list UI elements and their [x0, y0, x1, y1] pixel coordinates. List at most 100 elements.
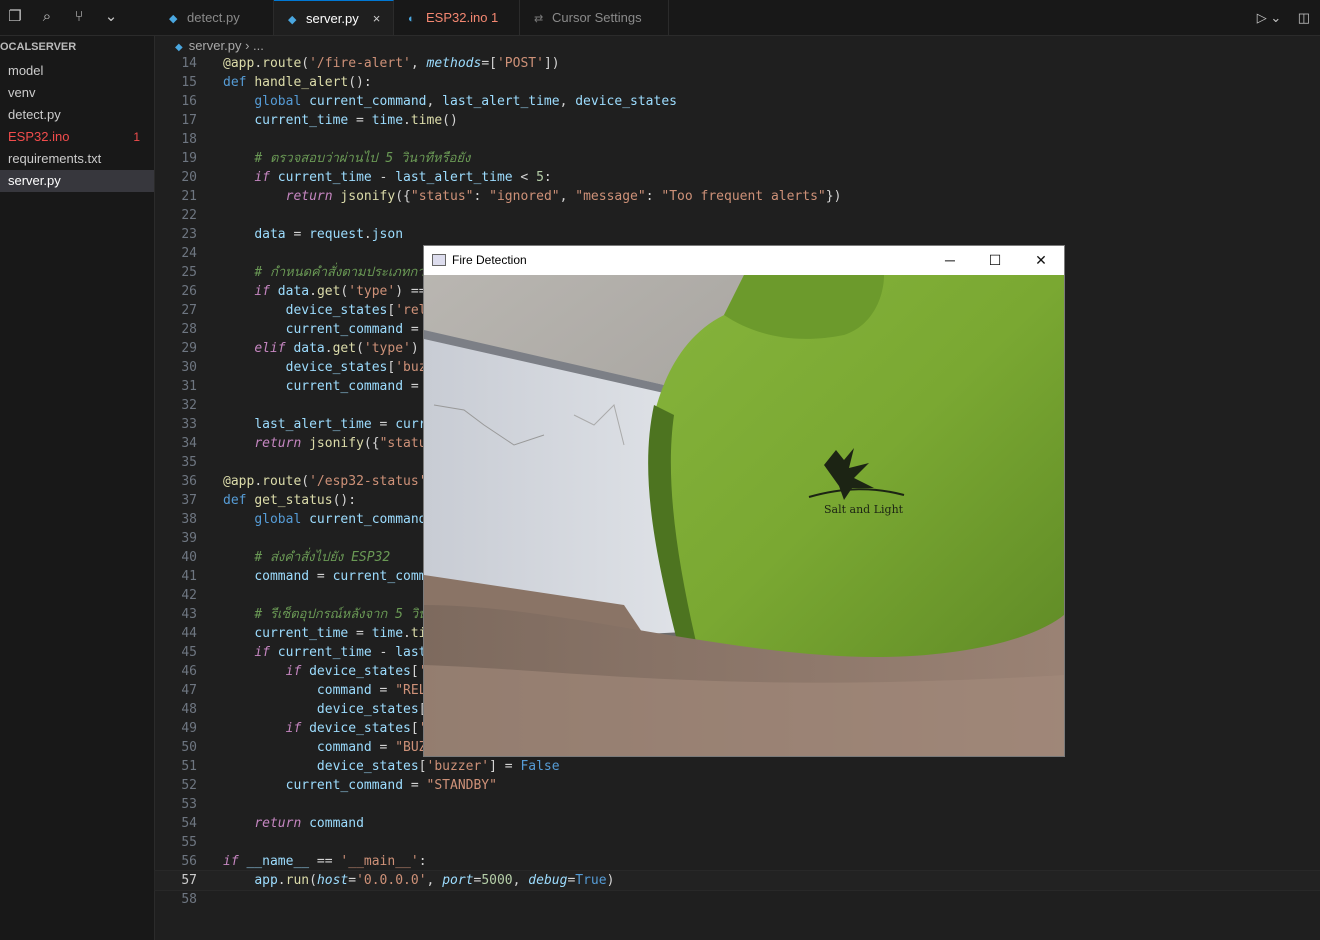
- explorer-item-server-py[interactable]: server.py: [0, 170, 154, 192]
- code-text: # ส่งคำสั่งไปยัง ESP32: [254, 550, 391, 565]
- minimize-button[interactable]: ─: [927, 246, 973, 275]
- code-text: current_time = time.time(): [254, 113, 458, 128]
- explorer-sidebar: OCALSERVER model venv detect.py ESP32.in…: [0, 36, 155, 940]
- tab-detect-py[interactable]: ◆ detect.py: [155, 0, 274, 35]
- close-window-button[interactable]: ✕: [1018, 246, 1064, 275]
- close-tab-icon[interactable]: ×: [373, 11, 381, 26]
- line-number: 42: [181, 588, 197, 603]
- tab-cursor-settings[interactable]: ⇄ Cursor Settings: [520, 0, 669, 35]
- maximize-button[interactable]: ☐: [972, 246, 1018, 275]
- code-line[interactable]: 17 current_time = time.time(): [155, 111, 1320, 130]
- line-number: 37: [181, 493, 197, 508]
- code-line[interactable]: 53: [155, 795, 1320, 814]
- line-number: 51: [181, 759, 197, 774]
- code-line[interactable]: 58: [155, 890, 1320, 909]
- code-line[interactable]: 23 data = request.json: [155, 225, 1320, 244]
- shirt-logo-text: Salt and Light: [824, 503, 904, 516]
- window-title-bar[interactable]: Fire Detection ─ ☐ ✕: [424, 246, 1064, 275]
- code-line[interactable]: 18: [155, 130, 1320, 149]
- tab-esp32-ino[interactable]: ◐ ESP32.ino 1: [394, 0, 520, 35]
- line-number: 16: [181, 94, 197, 109]
- line-number: 19: [181, 151, 197, 166]
- code-line[interactable]: 52 current_command = "STANDBY": [155, 776, 1320, 795]
- line-number: 28: [181, 322, 197, 337]
- line-number: 34: [181, 436, 197, 451]
- code-line[interactable]: 19 # ตรวจสอบว่าผ่านไป 5 วินาทีหรือยัง: [155, 149, 1320, 168]
- code-text: command = current_command: [254, 569, 450, 584]
- code-text: # รีเซ็ตอุปกรณ์หลังจาก 5 วินาที: [254, 607, 443, 622]
- code-line[interactable]: 15 def handle_alert():: [155, 73, 1320, 92]
- settings-icon: ⇄: [534, 13, 544, 25]
- breadcrumb: ◆ server.py › ...: [155, 36, 1320, 56]
- line-number: 32: [181, 398, 197, 413]
- line-number: 44: [181, 626, 197, 641]
- title-bar: ❐ ⌕ ⑂ ⌄ ◆ detect.py ◆ server.py × ◐ ESP32.in…: [0, 0, 1320, 36]
- code-line[interactable]: 56 if __name__ == '__main__':: [155, 852, 1320, 871]
- line-number: 18: [181, 132, 197, 147]
- explorer-item-model[interactable]: model: [0, 60, 154, 82]
- code-line[interactable]: 22: [155, 206, 1320, 225]
- code-line[interactable]: 51 device_states['buzzer'] = False: [155, 757, 1320, 776]
- code-line[interactable]: 57 app.run(host='0.0.0.0', port=5000, de…: [154, 870, 1320, 891]
- fire-detection-window: Fire Detection ─ ☐ ✕ Salt and Light: [423, 245, 1065, 757]
- code-text: if current_time - last_alert_time < 5:: [254, 170, 552, 185]
- code-line[interactable]: 14 @app.route('/fire-alert', methods=['PO…: [155, 54, 1320, 73]
- camera-feed-image: Salt and Light: [424, 275, 1064, 756]
- line-number: 23: [181, 227, 197, 242]
- line-number: 40: [181, 550, 197, 565]
- run-icon[interactable]: ▷ ⌄: [1257, 0, 1282, 35]
- line-number: 21: [181, 189, 197, 204]
- line-number: 35: [181, 455, 197, 470]
- code-line[interactable]: 21 return jsonify({"status": "ignored", …: [155, 187, 1320, 206]
- tab-server-py[interactable]: ◆ server.py ×: [274, 0, 394, 35]
- line-number: 31: [181, 379, 197, 394]
- code-line[interactable]: 55: [155, 833, 1320, 852]
- line-number: 49: [181, 721, 197, 736]
- line-number: 25: [181, 265, 197, 280]
- explorer-folder-title[interactable]: OCALSERVER: [0, 40, 154, 54]
- explorer-item-detect-py[interactable]: detect.py: [0, 104, 154, 126]
- code-text: app.run(host='0.0.0.0', port=5000, debug…: [254, 873, 615, 888]
- line-number: 53: [181, 797, 197, 812]
- line-number: 30: [181, 360, 197, 375]
- line-number: 27: [181, 303, 197, 318]
- split-editor-icon[interactable]: ◫: [1298, 0, 1310, 35]
- chevron-down-icon[interactable]: ⌄: [102, 8, 120, 26]
- source-control-icon[interactable]: ⑂: [70, 8, 88, 26]
- error-badge: 1: [133, 130, 140, 144]
- line-number: 56: [181, 854, 197, 869]
- code-text: data = request.json: [254, 227, 404, 242]
- editor-actions: ▷ ⌄ ◫: [1245, 0, 1310, 35]
- explorer-item-esp32-ino[interactable]: ESP32.ino 1: [0, 126, 154, 148]
- python-file-icon: ◆: [169, 13, 178, 25]
- line-number: 48: [181, 702, 197, 717]
- line-number: 41: [181, 569, 197, 584]
- breadcrumb-file[interactable]: server.py: [189, 38, 242, 53]
- line-number: 14: [181, 56, 197, 71]
- line-number: 45: [181, 645, 197, 660]
- line-number: 52: [181, 778, 197, 793]
- line-number: 17: [181, 113, 197, 128]
- search-icon[interactable]: ⌕: [38, 8, 56, 26]
- line-number: 46: [181, 664, 197, 679]
- explorer-item-venv[interactable]: venv: [0, 82, 154, 104]
- code-text: @app.route('/fire-alert', methods=['POST…: [223, 56, 560, 71]
- line-number: 55: [181, 835, 197, 850]
- breadcrumb-rest[interactable]: › ...: [245, 38, 264, 53]
- arduino-file-icon: ◐: [408, 13, 415, 25]
- line-number: 43: [181, 607, 197, 622]
- code-line[interactable]: 54 return command: [155, 814, 1320, 833]
- python-file-icon: ◆: [288, 14, 297, 26]
- line-number: 36: [181, 474, 197, 489]
- code-text: return jsonify({"status": "ignored", "me…: [285, 189, 842, 204]
- line-number: 54: [181, 816, 197, 831]
- window-title: Fire Detection: [452, 253, 527, 267]
- explorer-item-requirements-txt[interactable]: requirements.txt: [0, 148, 154, 170]
- line-number: 20: [181, 170, 197, 185]
- code-line[interactable]: 20 if current_time - last_alert_time < 5…: [155, 168, 1320, 187]
- explorer-icon[interactable]: ❐: [6, 8, 24, 26]
- line-number: 29: [181, 341, 197, 356]
- code-text: def get_status():: [223, 493, 357, 508]
- line-number: 50: [181, 740, 197, 755]
- code-line[interactable]: 16 global current_command, last_alert_ti…: [155, 92, 1320, 111]
